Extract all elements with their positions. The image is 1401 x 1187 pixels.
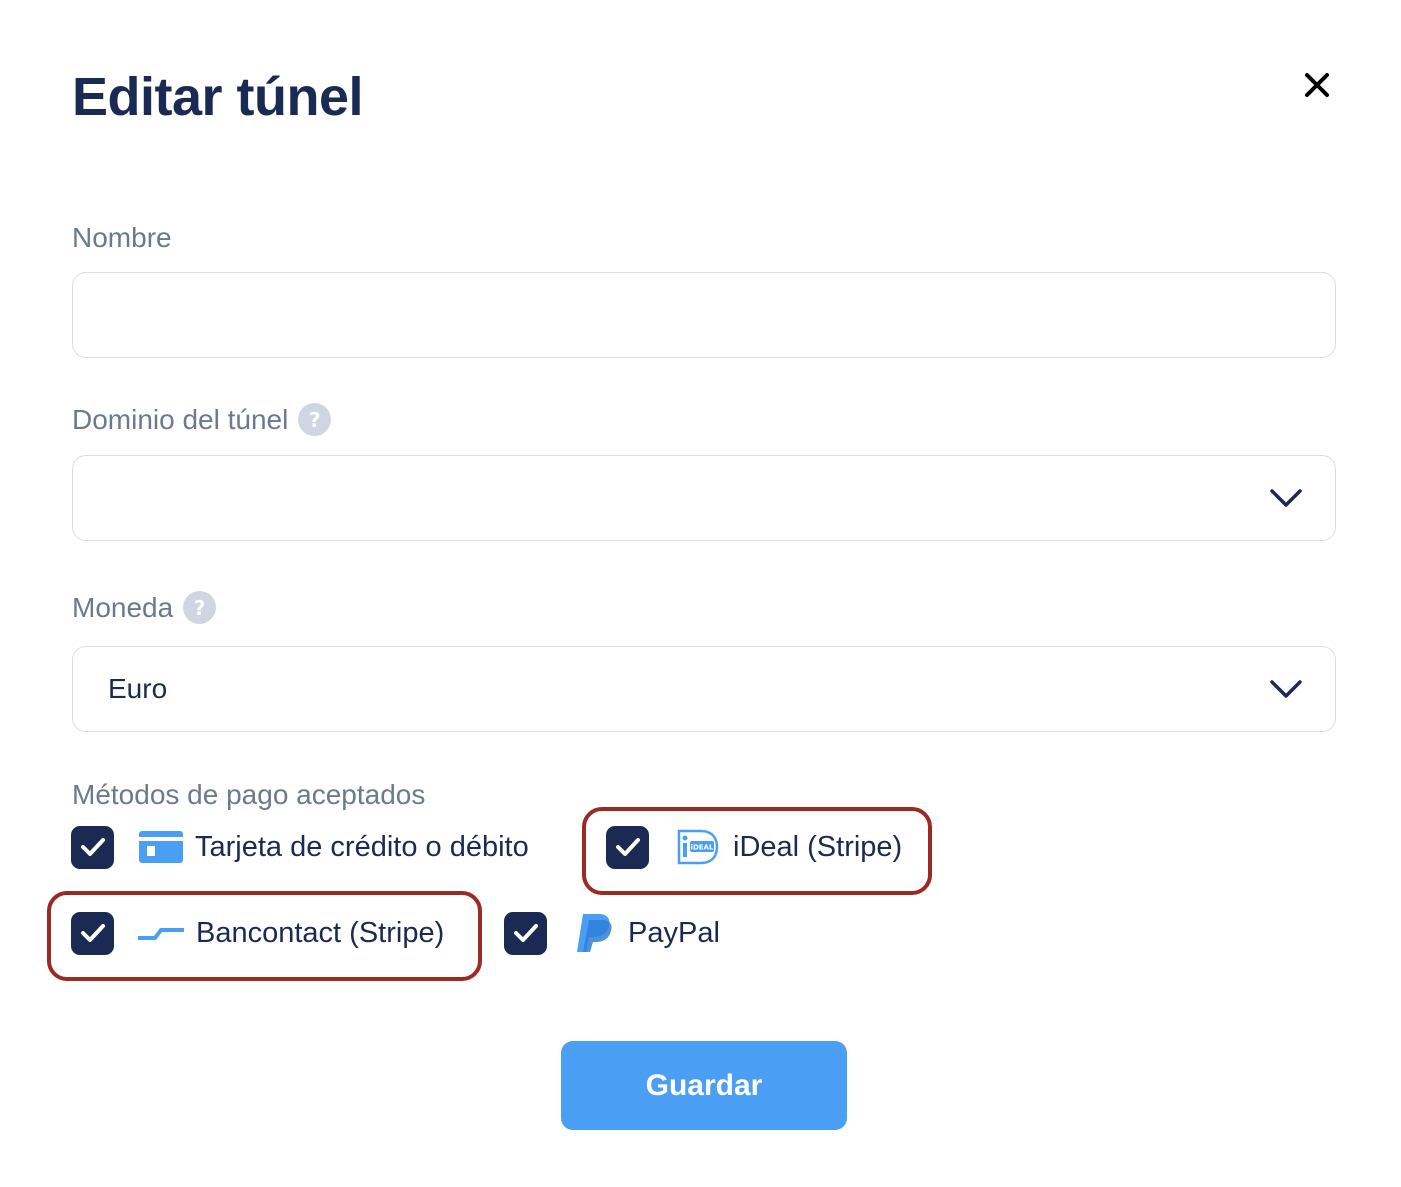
modal-title: Editar túnel [72, 67, 364, 127]
help-icon[interactable]: ? [298, 403, 332, 436]
check-icon [80, 838, 105, 856]
payment-methods-label: Métodos de pago aceptados [72, 779, 426, 810]
payment-method-label: Tarjeta de crédito o débito [195, 830, 529, 863]
check-icon [615, 838, 640, 856]
payment-method-label: Bancontact (Stripe) [196, 916, 445, 949]
nombre-label: Nombre [72, 222, 172, 253]
moneda-select[interactable]: Euro [72, 646, 1336, 732]
payment-method-card[interactable]: Tarjeta de crédito o débito [71, 825, 529, 869]
close-button[interactable] [1296, 64, 1338, 106]
checkbox-card[interactable] [71, 825, 114, 869]
check-icon [80, 924, 105, 942]
payment-method-ideal[interactable]: iDEAL iDeal (Stripe) [606, 825, 902, 869]
save-button[interactable]: Guardar [561, 1041, 847, 1130]
nombre-input[interactable] [72, 272, 1336, 358]
bancontact-icon [138, 923, 184, 943]
payment-method-paypal[interactable]: PayPal [504, 911, 720, 955]
check-icon [513, 924, 538, 942]
payment-method-label: PayPal [628, 916, 720, 949]
chevron-down-icon [1270, 680, 1302, 698]
close-icon [1305, 73, 1329, 97]
checkbox-ideal[interactable] [606, 825, 649, 869]
dominio-select[interactable] [72, 455, 1336, 541]
chevron-down-icon [1270, 489, 1302, 507]
payment-method-bancontact[interactable]: Bancontact (Stripe) [71, 911, 444, 955]
moneda-label: Moneda ? [72, 591, 217, 624]
ideal-icon-text: iDEAL [691, 844, 714, 852]
dominio-label: Dominio del túnel ? [72, 403, 332, 436]
credit-card-icon [139, 831, 183, 863]
checkbox-bancontact[interactable] [71, 911, 114, 955]
ideal-icon: iDEAL [677, 829, 719, 865]
paypal-icon [574, 912, 614, 954]
checkbox-paypal[interactable] [504, 911, 547, 955]
payment-method-label: iDeal (Stripe) [733, 830, 903, 863]
moneda-selected-value: Euro [108, 673, 168, 704]
edit-tunnel-modal: Editar túnel Nombre Dominio del túnel ? … [0, 0, 1401, 1187]
help-icon[interactable]: ? [183, 591, 217, 624]
